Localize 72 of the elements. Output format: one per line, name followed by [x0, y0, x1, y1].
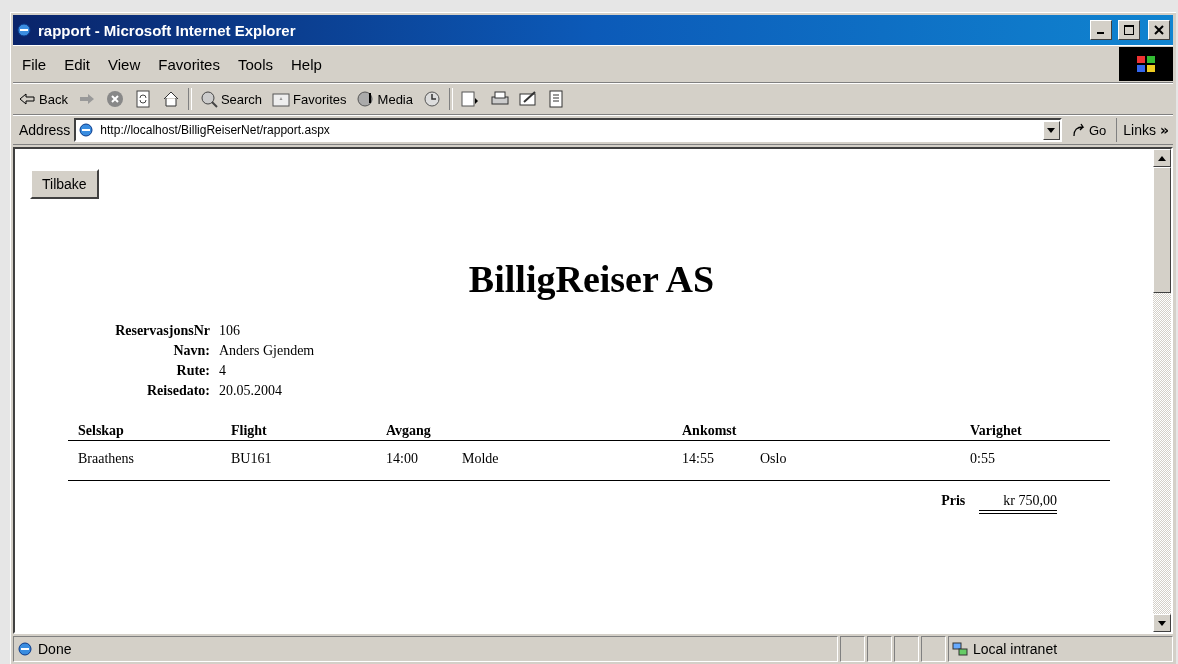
scroll-down-button[interactable] [1153, 614, 1171, 632]
column-header: Avgang [386, 423, 431, 438]
back-arrow-icon [18, 90, 36, 108]
address-label: Address [18, 122, 72, 138]
go-arrow-icon [1071, 123, 1086, 137]
caret-icon [1047, 127, 1056, 133]
status-text: Done [38, 641, 72, 657]
mail-icon [461, 90, 481, 108]
links-button[interactable]: Links [1117, 122, 1160, 138]
field-label: ReservasjonsNr [115, 323, 210, 339]
windows-logo [1119, 47, 1173, 81]
menu-item[interactable]: Help [282, 55, 331, 73]
field-value: 20.05.2004 [219, 383, 282, 399]
status-pane [840, 636, 865, 662]
toolbar-button[interactable]: Back [13, 90, 73, 108]
field-label: Rute: [176, 363, 210, 379]
price-value: kr 750,00 [979, 493, 1057, 514]
home-icon [161, 90, 180, 108]
network-icon [952, 641, 968, 657]
column-header: Selskap [78, 423, 124, 438]
zone-text: Local intranet [973, 641, 1058, 657]
stop-icon [105, 90, 124, 108]
menu-item[interactable]: Favorites [149, 55, 229, 73]
scrollbar[interactable] [1153, 149, 1171, 632]
status-pane [867, 636, 892, 662]
status-pane [894, 636, 919, 662]
field-value: 106 [219, 323, 240, 339]
go-button[interactable]: Go [1061, 118, 1118, 142]
printer-icon [491, 90, 509, 108]
table-cell: 14:55 [682, 451, 714, 466]
field-value: 4 [219, 363, 226, 379]
maximize-icon [1124, 25, 1134, 35]
close-button[interactable] [1148, 20, 1170, 40]
menu-item[interactable]: View [99, 55, 150, 73]
status-pane [921, 636, 946, 662]
toolbar-button[interactable]: Media [351, 90, 418, 108]
return-button[interactable]: Tilbake [30, 169, 99, 199]
maximize-button[interactable] [1118, 20, 1140, 40]
table-cell: Braathens [78, 451, 134, 466]
close-icon [1154, 25, 1164, 35]
window-title: rapport - Microsoft Internet Explorer [38, 21, 297, 39]
toolbar-button[interactable]: Favorites [267, 90, 352, 108]
table-cell: 0:55 [970, 451, 995, 466]
table-cell: Oslo [760, 451, 787, 466]
field-label: Navn: [173, 343, 210, 359]
scroll-up-button[interactable] [1153, 149, 1171, 167]
scroll-thumb[interactable] [1153, 167, 1171, 293]
magnifier-icon [199, 90, 218, 108]
table-cell: 14:00 [386, 451, 418, 466]
refresh-icon [133, 90, 152, 108]
clock-icon [423, 90, 441, 108]
field-value: Anders Gjendem [219, 343, 315, 359]
column-header: Flight [231, 423, 267, 438]
down-arrow-icon [1158, 620, 1166, 626]
edit-note-icon [519, 90, 537, 108]
menu-item[interactable]: Tools [228, 55, 282, 73]
toolbar-button[interactable]: Search [194, 90, 268, 108]
table-cell: BU161 [231, 451, 272, 466]
menu-item[interactable]: File [13, 55, 56, 73]
price-label: Pris [941, 493, 966, 510]
menu-item[interactable]: Edit [55, 55, 100, 73]
column-header: Varighet [970, 423, 1022, 438]
minimize-button[interactable] [1090, 20, 1112, 40]
dropdown-button[interactable] [1042, 120, 1060, 140]
chevron-button[interactable]: » [1159, 122, 1173, 138]
column-header: Ankomst [682, 423, 737, 438]
table-cell: Molde [462, 451, 499, 466]
address-field[interactable]: http://localhost/BilligReiserNet/rapport.aspx [74, 118, 1062, 142]
up-arrow-icon [1158, 155, 1166, 161]
document-icon [547, 90, 565, 108]
field-label: Reisedato: [147, 383, 210, 399]
page-heading: BilligReiser AS [467, 257, 716, 301]
